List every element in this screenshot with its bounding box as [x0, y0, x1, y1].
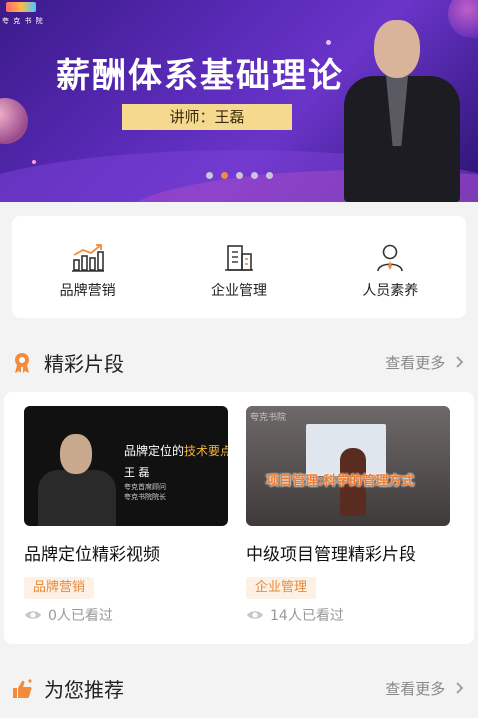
video-card[interactable]: 品牌定位的技术要点 王 磊 夸克首席顾问 夸克书院院长 品牌定位精彩视频 品牌营…: [24, 406, 228, 625]
highlights-section-header: 精彩片段 查看更多: [0, 342, 478, 382]
logo-mark-icon: [6, 2, 36, 12]
view-count-text: 0人已看过: [48, 608, 113, 624]
category-tag: 企业管理: [246, 577, 317, 599]
person-icon: [315, 242, 466, 276]
banner-star: [32, 160, 36, 164]
thumb-heading: 品牌定位的技术要点: [124, 444, 228, 458]
see-more-link[interactable]: 查看更多: [385, 352, 464, 373]
category-card: 品牌营销 企业管理 人员素养: [12, 216, 466, 318]
video-thumbnail[interactable]: 品牌定位的技术要点 王 磊 夸克首席顾问 夸克书院院长: [24, 406, 228, 526]
category-enterprise-management[interactable]: 企业管理: [163, 216, 314, 318]
building-icon: [163, 242, 314, 276]
carousel-dot[interactable]: [235, 172, 243, 179]
video-title[interactable]: 品牌定位精彩视频: [24, 540, 228, 565]
thumb-name: 王 磊: [124, 466, 150, 479]
eye-icon: [246, 609, 264, 621]
brand-logo: 夸 克 书 院: [0, 0, 48, 28]
view-count-text: 14人已看过: [270, 608, 344, 624]
carousel-dot-active[interactable]: [220, 172, 228, 179]
view-count: 14人已看过: [246, 605, 450, 625]
category-tag: 品牌营销: [24, 577, 95, 599]
see-more-label: 查看更多: [385, 354, 446, 372]
video-thumbnail[interactable]: 夸克书院 项目管理:科学的管理方式: [246, 406, 450, 526]
carousel-dot[interactable]: [250, 172, 258, 179]
see-more-link[interactable]: 查看更多: [385, 678, 464, 699]
category-label: 人员素养: [362, 283, 419, 299]
banner-lecturer: 讲师：王磊: [122, 104, 292, 130]
section-title: 精彩片段: [44, 352, 124, 376]
see-more-label: 查看更多: [385, 680, 446, 698]
category-brand-marketing[interactable]: 品牌营销: [12, 216, 163, 318]
banner-planet-decoration: [0, 98, 28, 144]
carousel-indicator[interactable]: [0, 172, 478, 179]
category-label: 品牌营销: [59, 283, 116, 299]
bar-chart-trend-icon: [12, 242, 163, 276]
recommend-section-header: 为您推荐 查看更多: [0, 668, 478, 708]
category-personal-quality[interactable]: 人员素养: [315, 216, 466, 318]
thumb-role: 夸克首席顾问 夸克书院院长: [124, 483, 166, 501]
carousel-dot[interactable]: [205, 172, 213, 179]
thumbs-up-icon: [12, 678, 32, 698]
view-count: 0人已看过: [24, 605, 228, 625]
carousel-dot[interactable]: [265, 172, 273, 179]
section-title: 为您推荐: [44, 678, 124, 702]
highlights-card: 品牌定位的技术要点 王 磊 夸克首席顾问 夸克书院院长 品牌定位精彩视频 品牌营…: [4, 392, 474, 644]
video-title[interactable]: 中级项目管理精彩片段: [246, 540, 450, 565]
logo-text: 夸 克 书 院: [2, 17, 44, 25]
category-label: 企业管理: [210, 283, 267, 299]
eye-icon: [24, 609, 42, 621]
chevron-right-icon: [456, 354, 464, 372]
badge-icon: [12, 352, 32, 373]
banner-star: [326, 40, 331, 45]
thumb-watermark: 夸克书院: [250, 413, 287, 423]
thumb-caption: 项目管理:科学的管理方式: [266, 474, 415, 489]
banner-title: 薪酬体系基础理论: [56, 56, 344, 96]
chevron-right-icon: [456, 680, 464, 698]
video-card[interactable]: 夸克书院 项目管理:科学的管理方式 中级项目管理精彩片段 企业管理 14人已看过: [246, 406, 450, 625]
promo-banner[interactable]: 夸 克 书 院 薪酬体系基础理论 讲师：王磊: [0, 0, 478, 202]
